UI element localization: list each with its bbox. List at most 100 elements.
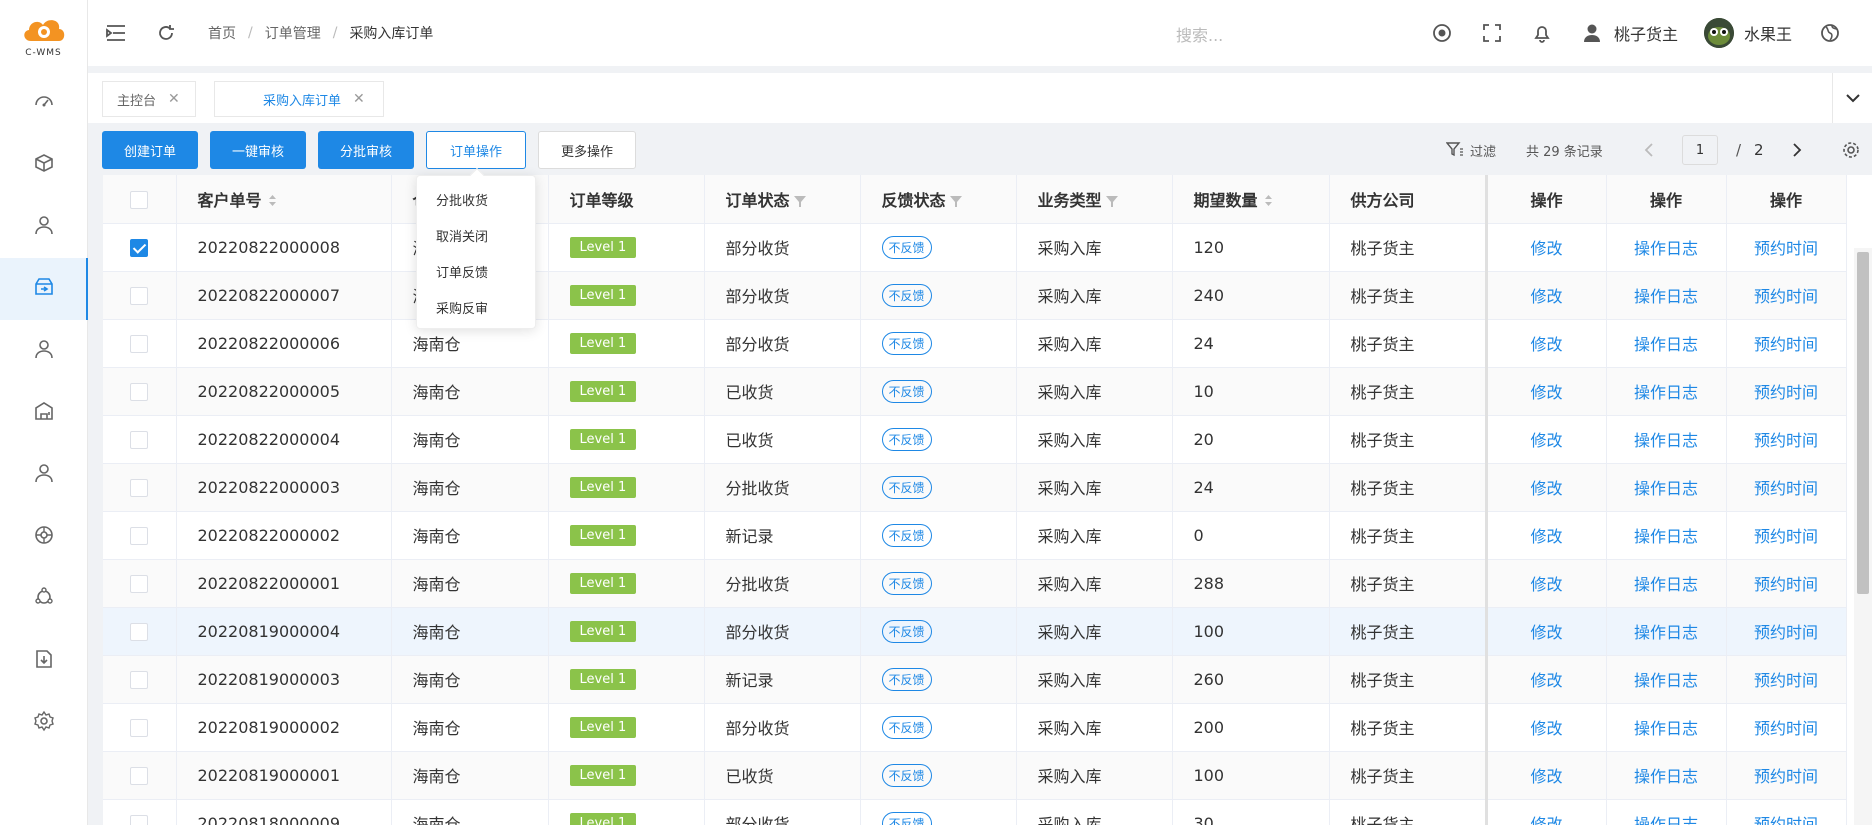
row-checkbox[interactable] (103, 607, 177, 656)
log-link[interactable]: 操作日志 (1606, 703, 1727, 752)
owner-name[interactable]: 桃子货主 (1614, 21, 1678, 45)
tab-purchase-inbound[interactable]: 采购入库订单 ✕ (214, 81, 384, 117)
tab-dashboard[interactable]: 主控台 ✕ (102, 81, 196, 117)
bell-icon[interactable] (1530, 21, 1554, 45)
menu-item-cancel-close[interactable]: 取消关闭 (417, 220, 535, 256)
reserve-link[interactable]: 预约时间 (1726, 751, 1847, 800)
row-checkbox[interactable] (103, 655, 177, 704)
filter-icon[interactable] (793, 192, 806, 211)
menu-collapse-icon[interactable] (104, 21, 128, 45)
filter-icon[interactable] (949, 192, 962, 211)
table-row[interactable]: 20220822000002 海南仓 Level 1 新记录 不反馈 采购入库 0 桃子货主修… (103, 511, 1847, 560)
reserve-link[interactable]: 预约时间 (1726, 223, 1847, 272)
log-link[interactable]: 操作日志 (1606, 607, 1727, 656)
menu-item-purchase-reverse[interactable]: 采购反审 (417, 292, 535, 328)
edit-link[interactable]: 修改 (1484, 223, 1607, 272)
breadcrumb-home[interactable]: 首页 (208, 23, 236, 43)
table-row[interactable]: 20220819000002 海南仓 Level 1 部分收货 不反馈 采购入库 200 桃子… (103, 703, 1847, 752)
table-row[interactable]: 20220819000001 海南仓 Level 1 已收货 不反馈 采购入库 100 桃子货… (103, 751, 1847, 800)
select-all-checkbox[interactable] (103, 175, 177, 224)
refresh-icon[interactable] (154, 21, 178, 45)
edit-link[interactable]: 修改 (1484, 655, 1607, 704)
approve-all-button[interactable]: 一键审核 (210, 131, 306, 169)
edit-link[interactable]: 修改 (1484, 367, 1607, 416)
fullscreen-icon[interactable] (1480, 21, 1504, 45)
row-checkbox[interactable] (103, 463, 177, 512)
sidebar-item-7[interactable] (0, 506, 87, 568)
edit-link[interactable]: 修改 (1484, 751, 1607, 800)
menu-item-order-feedback[interactable]: 订单反馈 (417, 256, 535, 292)
sort-icon[interactable] (268, 192, 277, 211)
row-checkbox[interactable] (103, 367, 177, 416)
gear-icon[interactable] (1842, 131, 1860, 169)
search-input[interactable]: 搜索... (1176, 22, 1223, 46)
col-biz-type[interactable]: 业务类型 (1016, 175, 1173, 224)
table-row[interactable]: 20220819000004 海南仓 Level 1 部分收货 不反馈 采购入库 100 桃子… (103, 607, 1847, 656)
sort-icon[interactable] (1264, 192, 1273, 211)
reserve-link[interactable]: 预约时间 (1726, 511, 1847, 560)
log-link[interactable]: 操作日志 (1606, 223, 1727, 272)
log-link[interactable]: 操作日志 (1606, 463, 1727, 512)
next-page-icon[interactable] (1792, 131, 1802, 169)
create-order-button[interactable]: 创建订单 (102, 131, 198, 169)
row-checkbox[interactable] (103, 799, 177, 825)
sidebar-item-9[interactable] (0, 630, 87, 692)
close-icon[interactable]: ✕ (168, 91, 180, 107)
edit-link[interactable]: 修改 (1484, 511, 1607, 560)
row-checkbox[interactable] (103, 319, 177, 368)
table-row[interactable]: 20220822000001 海南仓 Level 1 分批收货 不反馈 采购入库 288 桃子… (103, 559, 1847, 608)
col-feedback[interactable]: 反馈状态 (860, 175, 1017, 224)
filter-icon[interactable] (1105, 192, 1118, 211)
col-status[interactable]: 订单状态 (704, 175, 861, 224)
reserve-link[interactable]: 预约时间 (1726, 559, 1847, 608)
log-link[interactable]: 操作日志 (1606, 655, 1727, 704)
table-row[interactable]: 20220822000006 海南仓 Level 1 部分收货 不反馈 采购入库 24 桃子货… (103, 319, 1847, 368)
order-ops-button[interactable]: 订单操作 (426, 131, 526, 169)
sidebar-item-6[interactable] (0, 444, 87, 506)
row-checkbox[interactable] (103, 703, 177, 752)
reserve-link[interactable]: 预约时间 (1726, 463, 1847, 512)
filter-button[interactable]: 过滤 (1446, 131, 1496, 169)
record-icon[interactable] (1430, 21, 1454, 45)
breadcrumb-order-mgmt[interactable]: 订单管理 (265, 23, 321, 43)
close-icon[interactable]: ✕ (353, 91, 365, 107)
sidebar-item-1[interactable] (0, 134, 87, 196)
edit-link[interactable]: 修改 (1484, 607, 1607, 656)
row-checkbox[interactable] (103, 271, 177, 320)
table-row[interactable]: 20220822000003 海南仓 Level 1 分批收货 不反馈 采购入库 24 桃子货… (103, 463, 1847, 512)
sidebar-item-10[interactable] (0, 692, 87, 754)
sidebar-item-8[interactable] (0, 568, 87, 630)
reserve-link[interactable]: 预约时间 (1726, 367, 1847, 416)
prev-page-icon[interactable] (1644, 131, 1654, 169)
col-customer-no[interactable]: 客户单号 (176, 175, 392, 224)
table-row[interactable]: 20220818000009 海南仓 Level 1 部分收货 不反馈 采购入库 30 桃子货… (103, 799, 1847, 825)
table-row[interactable]: 20220822000007海南仓Level 1部分收货不反馈采购入库240桃子… (103, 271, 1847, 320)
sidebar-item-0[interactable] (0, 72, 87, 134)
edit-link[interactable]: 修改 (1484, 415, 1607, 464)
col-qty[interactable]: 期望数量 (1172, 175, 1330, 224)
edit-link[interactable]: 修改 (1484, 271, 1607, 320)
log-link[interactable]: 操作日志 (1606, 559, 1727, 608)
menu-item-batch-receive[interactable]: 分批收货 (417, 184, 535, 220)
log-link[interactable]: 操作日志 (1606, 799, 1727, 825)
reserve-link[interactable]: 预约时间 (1726, 799, 1847, 825)
reserve-link[interactable]: 预约时间 (1726, 415, 1847, 464)
log-link[interactable]: 操作日志 (1606, 511, 1727, 560)
reserve-link[interactable]: 预约时间 (1726, 655, 1847, 704)
log-link[interactable]: 操作日志 (1606, 751, 1727, 800)
log-link[interactable]: 操作日志 (1606, 271, 1727, 320)
log-link[interactable]: 操作日志 (1606, 415, 1727, 464)
edit-link[interactable]: 修改 (1484, 463, 1607, 512)
sidebar-item-3[interactable] (0, 258, 88, 320)
sidebar-item-2[interactable] (0, 196, 87, 258)
row-checkbox[interactable] (103, 415, 177, 464)
edit-link[interactable]: 修改 (1484, 559, 1607, 608)
chevron-down-icon[interactable] (1832, 73, 1872, 123)
user-name[interactable]: 水果王 (1744, 21, 1792, 45)
table-row[interactable]: 20220822000004 海南仓 Level 1 已收货 不反馈 采购入库 20 桃子货主… (103, 415, 1847, 464)
scrollbar-thumb[interactable] (1857, 252, 1869, 594)
sidebar-item-4[interactable] (0, 320, 87, 382)
row-checkbox[interactable] (103, 751, 177, 800)
table-row[interactable]: 20220819000003 海南仓 Level 1 新记录 不反馈 采购入库 260 桃子货… (103, 655, 1847, 704)
table-row[interactable]: 20220822000005 海南仓 Level 1 已收货 不反馈 采购入库 10 桃子货主… (103, 367, 1847, 416)
